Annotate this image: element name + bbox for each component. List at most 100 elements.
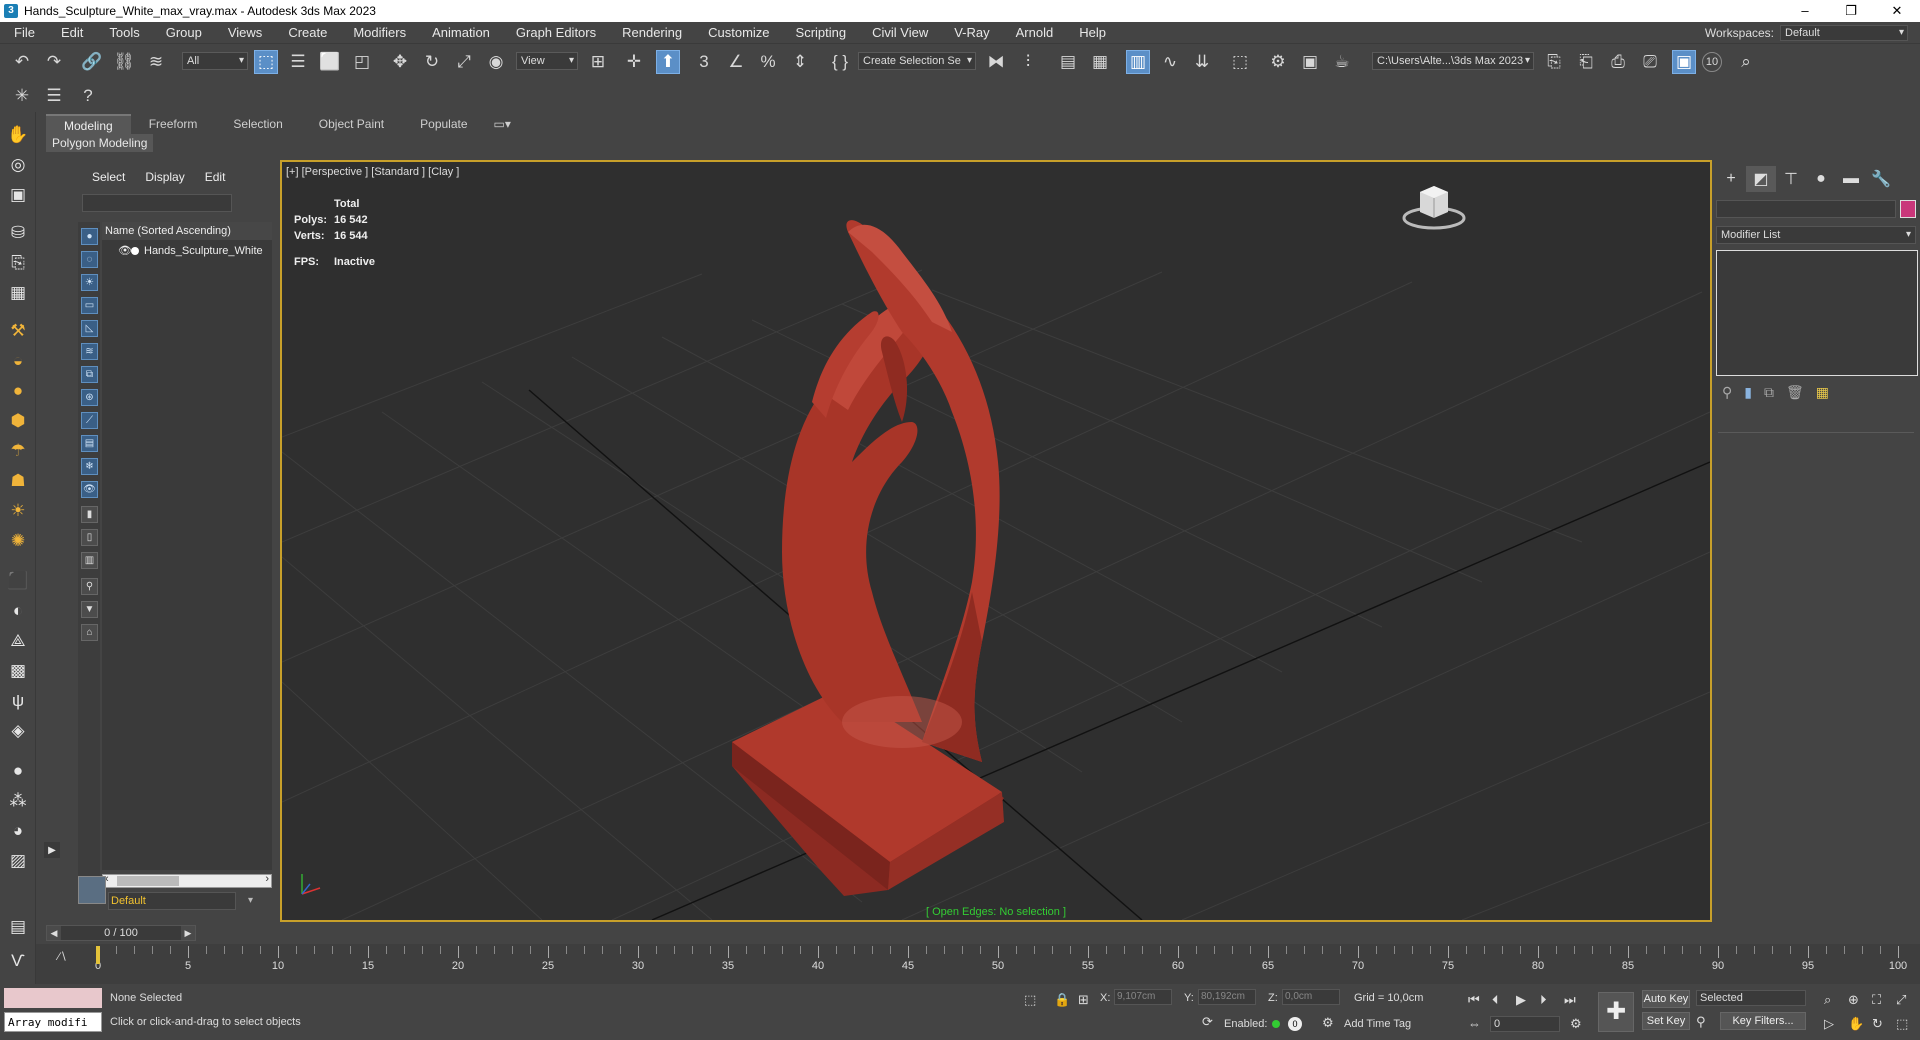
schematic-view-icon[interactable]: ⇊ — [1190, 50, 1214, 74]
cube-icon[interactable]: ⬛ — [6, 570, 30, 592]
link-icon[interactable]: 🔗 — [80, 50, 104, 74]
align-icon[interactable]: ⫶ — [1016, 50, 1040, 74]
layer-dropdown[interactable]: Default — [108, 892, 253, 910]
close-button[interactable]: ✕ — [1874, 0, 1920, 22]
hammer-icon[interactable]: ⚒ — [6, 320, 30, 342]
vray-vfb-icon[interactable]: ▨ — [6, 850, 30, 872]
display-all-icon[interactable]: ▮ — [81, 506, 98, 523]
orbit-view-icon[interactable]: ↻ — [1872, 1016, 1883, 1032]
mesh-light-icon[interactable]: ☗ — [6, 470, 30, 492]
dome-light-icon[interactable]: ◒ — [6, 350, 30, 372]
explorer-column-header[interactable]: Name (Sorted Ascending) — [102, 222, 272, 240]
filter-hidden-icon[interactable]: 👁 — [81, 481, 98, 498]
maxscript-listener-output[interactable] — [4, 988, 102, 1008]
percent-snap-icon[interactable]: % — [756, 50, 780, 74]
help-icon[interactable]: ? — [76, 84, 100, 108]
menu-help[interactable]: Help — [1065, 25, 1118, 40]
place-icon[interactable]: ◉ — [484, 50, 508, 74]
time-slider[interactable]: ◀ 0 / 100 ▶ — [36, 922, 1920, 944]
filter-funnel-icon[interactable]: ▼ — [81, 601, 98, 618]
time-configuration-icon[interactable]: ⚙ — [1570, 1016, 1582, 1032]
play-icon[interactable]: ▶ — [1516, 992, 1526, 1008]
selection-lock-icon[interactable]: 🔒 — [1054, 992, 1070, 1008]
filter-helpers-icon[interactable]: ◺ — [81, 320, 98, 337]
helper-icon[interactable]: ⟁ — [6, 630, 30, 652]
sphere-light-icon[interactable]: ● — [6, 380, 30, 402]
default-in-out-tangents-icon[interactable]: ⚲ — [1696, 1014, 1706, 1030]
ribbon-toggle-icon[interactable]: ▥ — [1126, 50, 1150, 74]
zoom-extents-all-icon[interactable]: ⤢ — [1896, 992, 1906, 1008]
menu-group[interactable]: Group — [152, 25, 214, 40]
explorer-tab-select[interactable]: Select — [92, 170, 125, 184]
bucket-icon[interactable]: ⛁ — [6, 222, 30, 244]
workspaces-dropdown[interactable]: Default — [1780, 24, 1908, 41]
layer-explorer-icon[interactable]: ▦ — [1088, 50, 1112, 74]
expand-arrow-icon[interactable]: ▶ — [44, 842, 60, 858]
open-asset-icon[interactable]: ⎗ — [1574, 50, 1598, 74]
filter-cameras-icon[interactable]: ▭ — [81, 297, 98, 314]
y-coordinate-field[interactable]: 80,192cm — [1198, 989, 1256, 1005]
undo-icon[interactable]: ↶ — [10, 50, 34, 74]
mirror-icon[interactable]: ⧓ — [984, 50, 1008, 74]
curve-editor-mini-icon[interactable]: ∕∖ — [58, 950, 67, 963]
field-of-view-icon[interactable]: ▷ — [1824, 1016, 1834, 1032]
utilities-tab-icon[interactable]: 🔧 — [1866, 166, 1896, 192]
filter-lights-icon[interactable]: ☀ — [81, 274, 98, 291]
selection-set-dropdown[interactable]: Create Selection Se — [858, 52, 976, 70]
display-tab-icon[interactable]: ▬ — [1836, 166, 1866, 192]
selection-filter-dropdown[interactable]: All — [182, 52, 248, 70]
explorer-tab-display[interactable]: Display — [145, 170, 184, 184]
track-bar[interactable]: ∕∖ 0 5 10 15 20 25 30 35 40 45 50 55 60 65 70 75 80 85 90 9… — [36, 944, 1920, 984]
tab-selection[interactable]: Selection — [215, 114, 300, 134]
display-invert-icon[interactable]: ▥ — [81, 552, 98, 569]
show-end-result-icon[interactable]: ▮ — [1744, 384, 1752, 401]
multimaterial-icon[interactable]: ⁂ — [6, 790, 30, 812]
menu-file[interactable]: File — [0, 25, 47, 40]
filter-shapes-icon[interactable]: ◌ — [81, 251, 98, 268]
filter-xrefs-icon[interactable]: ⊛ — [81, 389, 98, 406]
explorer-options-icon[interactable]: ⌂ — [81, 624, 98, 641]
menu-views[interactable]: Views — [214, 25, 274, 40]
maxscript-logo-icon[interactable]: Ѵ — [6, 950, 30, 972]
modify-tab-icon[interactable]: ◩ — [1746, 166, 1776, 192]
go-to-start-icon[interactable]: ⏮ — [1468, 992, 1480, 1008]
ribbon-options-icon[interactable]: ▭▾ — [486, 114, 519, 134]
select-manipulate-icon[interactable]: ✛ — [622, 50, 646, 74]
list-item[interactable]: 👁 Hands_Sculpture_White — [102, 242, 272, 260]
select-object-icon[interactable]: ⬚ — [254, 50, 278, 74]
configure-modifier-sets-icon[interactable]: ▦ — [1816, 384, 1829, 401]
rotate-icon[interactable]: ↻ — [420, 50, 444, 74]
menu-rendering[interactable]: Rendering — [608, 25, 694, 40]
filter-frozen-icon[interactable]: ❄ — [81, 458, 98, 475]
object-name-field[interactable] — [1716, 200, 1896, 218]
modifier-list-dropdown[interactable]: Modifier List — [1716, 226, 1916, 244]
open-folder-icon[interactable]: ⎙ — [1606, 50, 1630, 74]
menu-arnold[interactable]: Arnold — [1002, 25, 1066, 40]
object-color-swatch[interactable] — [1900, 200, 1916, 218]
motion-tab-icon[interactable]: ● — [1806, 166, 1836, 192]
auto-key-button[interactable]: Auto Key — [1642, 990, 1690, 1008]
tab-freeform[interactable]: Freeform — [131, 114, 216, 134]
window-crossing-icon[interactable]: ◰ — [350, 50, 374, 74]
layer-thumbnail[interactable] — [78, 876, 106, 904]
quick-menu-icon[interactable]: ☰ — [42, 84, 66, 108]
explorer-search-input[interactable] — [82, 194, 232, 212]
menu-vray[interactable]: V-Ray — [940, 25, 1001, 40]
remove-modifier-icon[interactable]: 🗑 — [1786, 384, 1804, 401]
menu-civil-view[interactable]: Civil View — [858, 25, 940, 40]
render-setup-icon[interactable]: ⚙ — [1266, 50, 1290, 74]
camera-icon[interactable]: ⎘ — [6, 252, 30, 274]
material-editor-icon[interactable]: ⬚ — [1228, 50, 1252, 74]
vray-proxy-icon[interactable]: ◈ — [6, 720, 30, 742]
time-slider-value[interactable]: 0 / 100 — [104, 927, 138, 939]
particle-flow-icon[interactable]: ✳ — [10, 84, 34, 108]
orbit-icon[interactable]: ◎ — [6, 154, 30, 176]
zoom-extents-icon[interactable]: ⛶ — [1872, 992, 1881, 1008]
sky-icon[interactable]: ✺ — [6, 530, 30, 552]
time-tag-icon[interactable]: ⚙ — [1322, 1015, 1334, 1031]
pivot-center-icon[interactable]: ⊞ — [586, 50, 610, 74]
angle-snap-icon[interactable]: ∠ — [724, 50, 748, 74]
add-time-tag[interactable]: Add Time Tag — [1344, 1018, 1411, 1030]
box-icon[interactable]: ▣ — [6, 184, 30, 206]
absolute-mode-icon[interactable]: ⊞ — [1078, 992, 1089, 1008]
